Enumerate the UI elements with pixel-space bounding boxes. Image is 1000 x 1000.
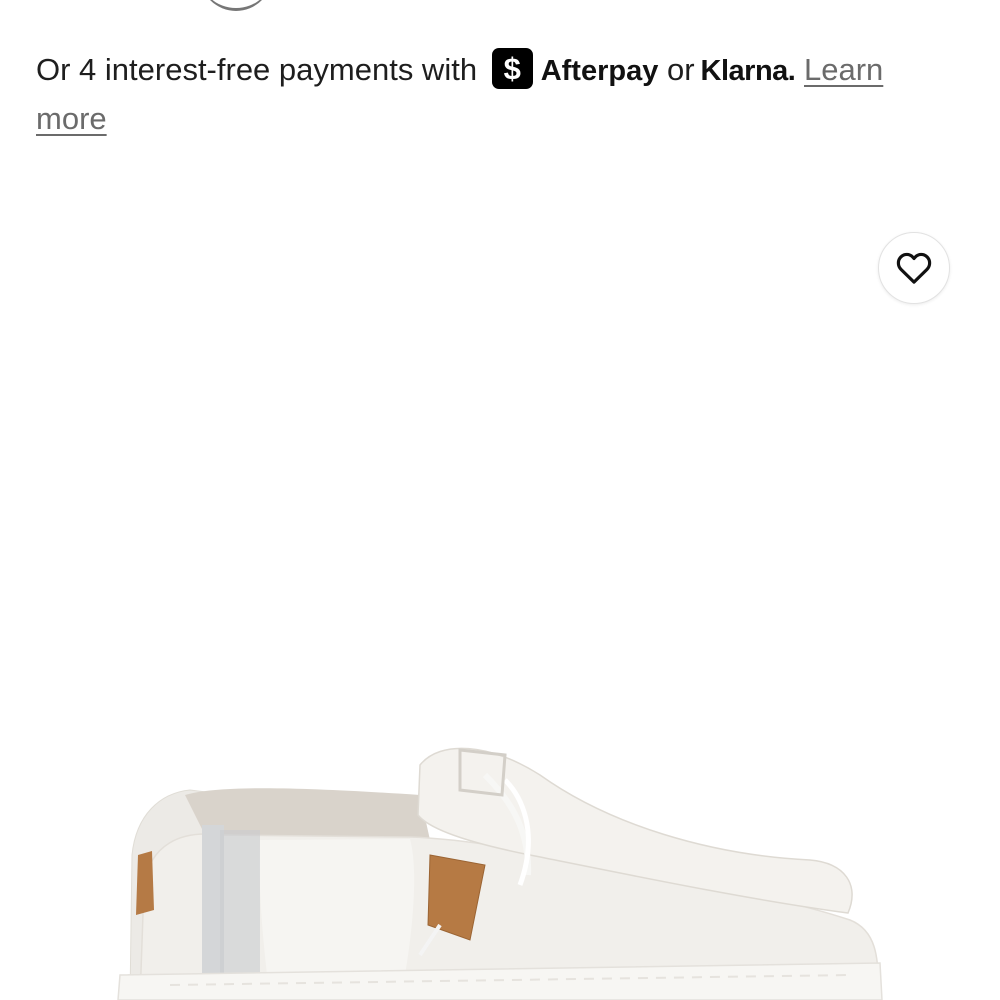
afterpay-label: Afterpay [540, 55, 659, 87]
klarna-logo: Klarna. [700, 55, 796, 87]
heart-outline-icon [896, 252, 932, 284]
cut-off-review-count [200, 0, 272, 11]
payment-prefix-text: Or 4 interest-free payments with [36, 52, 478, 87]
add-to-wishlist-button[interactable] [878, 232, 950, 304]
product-page: Or 4 interest-free payments with $ Afterp… [0, 0, 1000, 1000]
afterpay-logo-icon: $ [491, 48, 533, 89]
product-image[interactable] [110, 735, 900, 1000]
payment-options-line: Or 4 interest-free payments with $ Afterp… [36, 46, 956, 142]
or-text: or [666, 52, 695, 87]
